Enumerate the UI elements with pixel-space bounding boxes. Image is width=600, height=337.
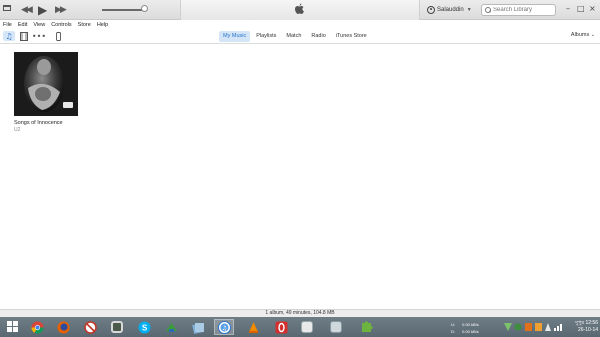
download-indicator: D: 0.00 kB/s bbox=[451, 328, 491, 335]
play-icon[interactable]: ▶ bbox=[38, 3, 47, 17]
puzzle-app-icon[interactable] bbox=[356, 319, 376, 335]
tray-icons[interactable] bbox=[503, 322, 565, 332]
menu-store[interactable]: Store bbox=[78, 22, 91, 28]
menu-controls[interactable]: Controls bbox=[51, 22, 71, 28]
account-name: Salauddin bbox=[437, 7, 464, 13]
tab-playlists[interactable]: Playlists bbox=[252, 31, 280, 42]
menu-bar: File Edit View Controls Store Help bbox=[0, 20, 600, 29]
view-selector[interactable]: Albums ⌄ bbox=[571, 32, 595, 38]
search-input[interactable] bbox=[493, 5, 553, 15]
more-icon[interactable]: ••• bbox=[32, 31, 46, 41]
search-icon bbox=[485, 7, 491, 13]
windows-start-icon[interactable] bbox=[7, 321, 18, 332]
minimize-button[interactable]: – bbox=[566, 4, 570, 13]
itunes-window: ◀◀ ▶ ▶▶ Salauddin ▼ – □ × File Edit View… bbox=[0, 0, 600, 317]
maximize-button[interactable]: □ bbox=[577, 4, 585, 13]
user-icon bbox=[427, 6, 435, 14]
menu-edit[interactable]: Edit bbox=[18, 22, 27, 28]
taskbar: S ♫ U: 0.00 kB/s D: 0.00 kB/s দুপুর 12:5… bbox=[0, 317, 600, 337]
previous-track-icon[interactable]: ◀◀ bbox=[21, 3, 33, 17]
chevron-down-icon: ⌄ bbox=[590, 32, 595, 38]
movies-icon[interactable] bbox=[18, 31, 30, 41]
itunes-taskbar-icon[interactable]: ♫ bbox=[214, 319, 234, 335]
upload-label: U: bbox=[451, 322, 455, 327]
music-note-icon[interactable]: ♫ bbox=[3, 31, 15, 41]
close-button[interactable]: × bbox=[589, 4, 596, 13]
menu-help[interactable]: Help bbox=[97, 22, 108, 28]
menu-view[interactable]: View bbox=[33, 22, 45, 28]
device-icon[interactable] bbox=[52, 31, 64, 41]
next-track-icon[interactable]: ▶▶ bbox=[55, 3, 67, 17]
album-tile[interactable]: Songs of Innocence U2 bbox=[14, 52, 78, 133]
blocked-app-icon[interactable] bbox=[80, 319, 100, 335]
opera-icon[interactable] bbox=[271, 319, 291, 335]
clock-time: দুপুর 12:56 bbox=[575, 320, 598, 326]
apple-logo-icon bbox=[295, 3, 304, 14]
chevron-down-icon: ▼ bbox=[466, 7, 472, 13]
files-app-icon[interactable] bbox=[188, 319, 208, 335]
menu-file[interactable]: File bbox=[3, 22, 12, 28]
upload-speed: 0.00 kB/s bbox=[462, 322, 479, 327]
library-app-icon[interactable] bbox=[107, 319, 127, 335]
volume-slider[interactable] bbox=[102, 9, 144, 11]
album-artwork[interactable] bbox=[14, 52, 78, 116]
clock-date: 26-10-14 bbox=[577, 327, 598, 333]
status-bar: 1 album, 49 minutes, 104.8 MB bbox=[0, 309, 600, 317]
firefox-icon[interactable] bbox=[53, 319, 73, 335]
upload-indicator: U: 0.00 kB/s bbox=[451, 321, 491, 328]
volume-knob[interactable] bbox=[141, 5, 148, 12]
vlc-icon[interactable] bbox=[243, 319, 263, 335]
album-artist[interactable]: U2 bbox=[14, 127, 78, 133]
chrome-icon[interactable] bbox=[27, 319, 47, 335]
svg-text:♫: ♫ bbox=[221, 325, 226, 332]
album-title[interactable]: Songs of Innocence bbox=[14, 120, 78, 126]
status-display bbox=[180, 0, 420, 20]
tab-my-music[interactable]: My Music bbox=[219, 31, 251, 42]
player-bar: ◀◀ ▶ ▶▶ Salauddin ▼ – □ × bbox=[0, 0, 600, 20]
nav-tabs: My Music Playlists Match Radio iTunes St… bbox=[219, 31, 373, 42]
search-box[interactable] bbox=[481, 4, 556, 16]
download-speed: 0.00 kB/s bbox=[462, 329, 479, 334]
download-label: D: bbox=[451, 329, 455, 334]
tab-radio[interactable]: Radio bbox=[307, 31, 329, 42]
svg-text:S: S bbox=[141, 323, 147, 332]
skype-icon[interactable]: S bbox=[134, 319, 154, 335]
tab-match[interactable]: Match bbox=[282, 31, 305, 42]
window-menu-icon[interactable] bbox=[3, 5, 11, 11]
system-clock[interactable]: দুপুর 12:56 26-10-14 bbox=[558, 320, 598, 334]
account-button[interactable]: Salauddin ▼ bbox=[427, 4, 472, 16]
tab-itunes-store[interactable]: iTunes Store bbox=[332, 31, 371, 42]
window-app-icon[interactable] bbox=[297, 319, 317, 335]
generic-window-icon[interactable] bbox=[326, 319, 346, 335]
view-selector-label: Albums bbox=[570, 32, 590, 38]
network-app-icon[interactable] bbox=[161, 319, 181, 335]
navigation-bar: ♫ ••• My Music Playlists Match Radio iTu… bbox=[0, 29, 600, 44]
